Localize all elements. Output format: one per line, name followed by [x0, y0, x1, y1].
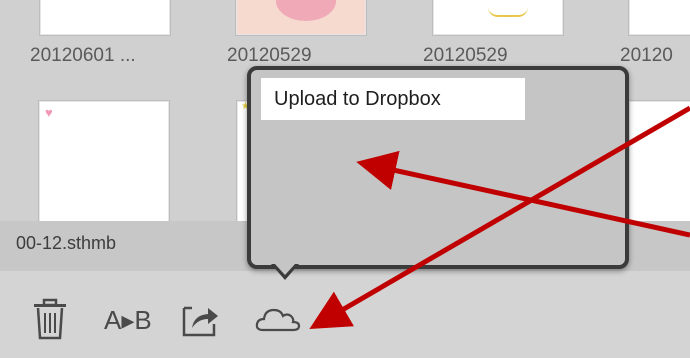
file-browser: 20120601 ... 20120529 20120529 20120 ♥ ★… [0, 0, 690, 358]
arrow-to-tooltip [356, 150, 690, 238]
annotation-arrows [309, 105, 690, 330]
arrow-to-upload-icon [309, 105, 690, 330]
